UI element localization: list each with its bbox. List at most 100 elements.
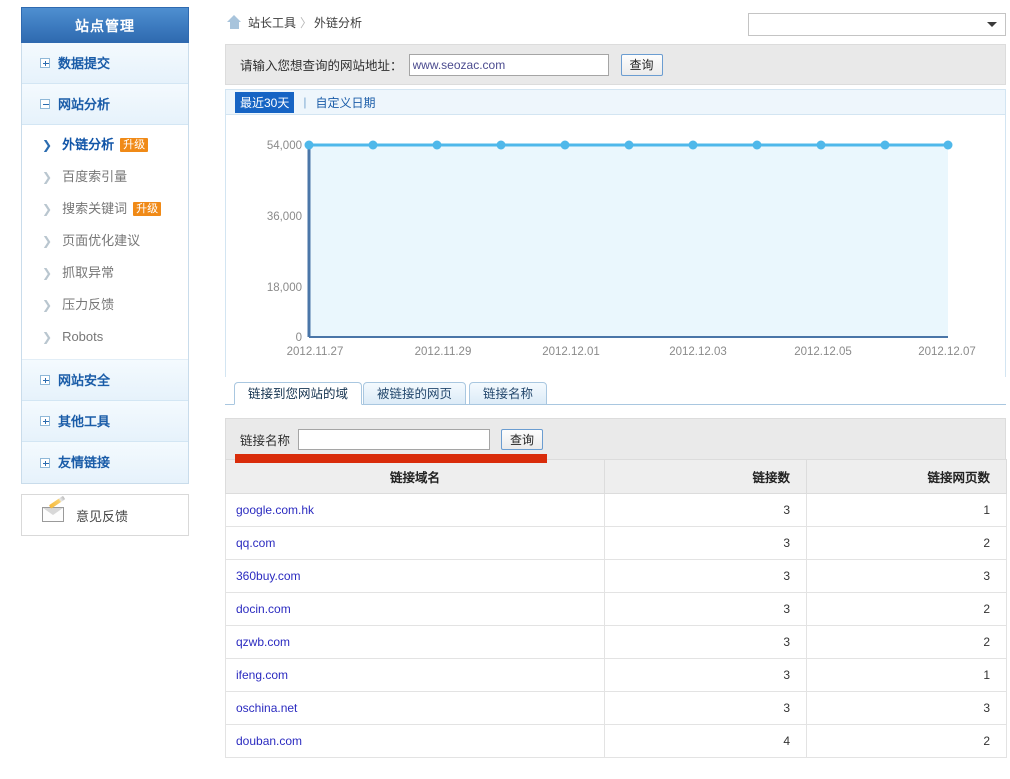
sidebar-body: 数据提交 网站分析 ❯ 外链分析 升级 ❯ 百度索引量 ❯ 搜索关键词 bbox=[21, 43, 189, 484]
sidebar-item-crawl-errors[interactable]: ❯ 抓取异常 bbox=[22, 257, 188, 289]
chart-x-axis-labels: 2012.11.27 2012.11.29 2012.12.01 2012.12… bbox=[287, 346, 976, 358]
x-tick-label: 2012.11.29 bbox=[415, 346, 472, 358]
domain-link[interactable]: oschina.net bbox=[236, 701, 297, 715]
sidebar-item-label: 百度索引量 bbox=[62, 161, 127, 193]
page-root: 站点管理 数据提交 网站分析 ❯ 外链分析 升级 ❯ 百度索引量 bbox=[0, 0, 1010, 779]
date-range-last30[interactable]: 最近30天 bbox=[235, 92, 294, 113]
cell-links: 4 bbox=[605, 725, 807, 758]
chevron-down-icon bbox=[987, 22, 997, 27]
link-name-filter-panel: 链接名称 查询 bbox=[225, 418, 1006, 459]
cell-pages: 3 bbox=[807, 692, 1007, 725]
x-tick-label: 2012.12.03 bbox=[669, 346, 727, 358]
tab-link-names[interactable]: 链接名称 bbox=[469, 382, 547, 405]
sidebar-item-search-keywords[interactable]: ❯ 搜索关键词 升级 bbox=[22, 193, 188, 225]
sidebar-item-pressure-feedback[interactable]: ❯ 压力反馈 bbox=[22, 289, 188, 321]
domain-link[interactable]: douban.com bbox=[236, 734, 302, 748]
sidebar-group-site-analysis[interactable]: 网站分析 bbox=[22, 84, 188, 125]
sidebar-item-label: 搜索关键词 bbox=[62, 193, 127, 225]
cell-pages: 3 bbox=[807, 560, 1007, 593]
chevron-right-icon: ❯ bbox=[42, 321, 52, 353]
sidebar-item-label: 外链分析 bbox=[62, 129, 114, 161]
breadcrumb-root-link[interactable]: 站长工具 bbox=[248, 14, 296, 31]
sidebar-group-site-security[interactable]: 网站安全 bbox=[22, 360, 188, 401]
filter-input[interactable] bbox=[298, 429, 490, 450]
cell-pages: 2 bbox=[807, 725, 1007, 758]
envelope-pencil-icon bbox=[42, 506, 66, 524]
feedback-label: 意见反馈 bbox=[76, 506, 128, 525]
red-highlight-annotation bbox=[235, 454, 547, 463]
breadcrumb-current: 外链分析 bbox=[314, 14, 362, 31]
sidebar-subitems: ❯ 外链分析 升级 ❯ 百度索引量 ❯ 搜索关键词 升级 ❯ 页面优化建议 bbox=[22, 125, 188, 360]
chevron-right-icon: ❯ bbox=[42, 257, 52, 289]
domain-link[interactable]: qzwb.com bbox=[236, 635, 290, 649]
sidebar-item-external-links[interactable]: ❯ 外链分析 升级 bbox=[22, 129, 188, 161]
domain-link[interactable]: ifeng.com bbox=[236, 668, 288, 682]
sidebar-group-friendly-links[interactable]: 友情链接 bbox=[22, 442, 188, 483]
domain-link[interactable]: docin.com bbox=[236, 602, 291, 616]
tab-linked-pages[interactable]: 被链接的网页 bbox=[363, 382, 466, 405]
table-header: 链接域名 链接数 链接网页数 bbox=[226, 460, 1007, 494]
table-row: 360buy.com 3 3 bbox=[226, 560, 1007, 593]
tab-linking-domains[interactable]: 链接到您网站的域 bbox=[234, 382, 362, 405]
sidebar-header: 站点管理 bbox=[21, 7, 189, 43]
site-query-input[interactable] bbox=[409, 54, 609, 76]
table-row: docin.com 3 2 bbox=[226, 593, 1007, 626]
sidebar-group-other-tools[interactable]: 其他工具 bbox=[22, 401, 188, 442]
chevron-right-icon: ❯ bbox=[42, 161, 52, 193]
sidebar-item-label: 页面优化建议 bbox=[62, 225, 140, 257]
site-query-bar: 请输入您想查询的网站地址： 查询 bbox=[225, 44, 1006, 85]
cell-links: 3 bbox=[605, 626, 807, 659]
column-header-links[interactable]: 链接数 bbox=[605, 460, 807, 494]
x-tick-label: 2012.11.27 bbox=[287, 346, 344, 358]
plus-box-icon bbox=[40, 416, 50, 426]
cell-links: 3 bbox=[605, 560, 807, 593]
domain-link[interactable]: 360buy.com bbox=[236, 569, 300, 583]
site-selector-dropdown[interactable] bbox=[748, 13, 1006, 36]
y-tick-label: 0 bbox=[296, 332, 302, 344]
cell-pages: 1 bbox=[807, 659, 1007, 692]
date-range-custom[interactable]: 自定义日期 bbox=[315, 94, 375, 111]
column-header-pages[interactable]: 链接网页数 bbox=[807, 460, 1007, 494]
sidebar-item-label: 抓取异常 bbox=[62, 257, 114, 289]
table-row: oschina.net 3 3 bbox=[226, 692, 1007, 725]
sidebar-item-label: 压力反馈 bbox=[62, 289, 114, 321]
site-query-button[interactable]: 查询 bbox=[621, 54, 663, 76]
sidebar-feedback-button[interactable]: 意见反馈 bbox=[21, 494, 189, 536]
sidebar-group-label: 友情链接 bbox=[58, 442, 110, 483]
plus-box-icon bbox=[40, 375, 50, 385]
domain-link[interactable]: google.com.hk bbox=[236, 503, 314, 517]
date-range-separator: | bbox=[303, 95, 306, 109]
sidebar-group-label: 数据提交 bbox=[58, 43, 110, 84]
sidebar-group-data-submit[interactable]: 数据提交 bbox=[22, 43, 188, 84]
y-tick-label: 36,000 bbox=[267, 211, 302, 223]
filter-label: 链接名称 bbox=[240, 430, 290, 449]
upgrade-badge: 升级 bbox=[120, 138, 148, 152]
x-tick-label: 2012.12.05 bbox=[794, 346, 852, 358]
table-header-row: 链接域名 链接数 链接网页数 bbox=[226, 460, 1007, 494]
minus-box-icon bbox=[40, 99, 50, 109]
sidebar-item-page-optimization[interactable]: ❯ 页面优化建议 bbox=[22, 225, 188, 257]
sidebar-item-robots[interactable]: ❯ Robots bbox=[22, 321, 188, 353]
cell-pages: 1 bbox=[807, 494, 1007, 527]
table-body: google.com.hk 3 1 qq.com 3 2 360buy.com … bbox=[226, 494, 1007, 758]
domain-link[interactable]: qq.com bbox=[236, 536, 275, 550]
cell-pages: 2 bbox=[807, 527, 1007, 560]
date-range-bar: 最近30天 | 自定义日期 bbox=[225, 89, 1006, 115]
plus-box-icon bbox=[40, 458, 50, 468]
home-icon bbox=[227, 15, 242, 29]
table-row: qq.com 3 2 bbox=[226, 527, 1007, 560]
column-header-domain[interactable]: 链接域名 bbox=[226, 460, 605, 494]
filter-query-button[interactable]: 查询 bbox=[501, 429, 543, 450]
y-tick-label: 18,000 bbox=[267, 282, 302, 294]
plus-box-icon bbox=[40, 58, 50, 68]
table-row: google.com.hk 3 1 bbox=[226, 494, 1007, 527]
table-row: douban.com 4 2 bbox=[226, 725, 1007, 758]
chevron-right-icon: ❯ bbox=[42, 193, 52, 225]
external-links-table: 链接域名 链接数 链接网页数 google.com.hk 3 1 qq.com … bbox=[225, 459, 1007, 758]
link-report-tabs: 链接到您网站的域 被链接的网页 链接名称 bbox=[225, 377, 1006, 405]
cell-links: 3 bbox=[605, 494, 807, 527]
sidebar-item-baidu-index[interactable]: ❯ 百度索引量 bbox=[22, 161, 188, 193]
x-tick-label: 2012.12.01 bbox=[542, 346, 600, 358]
main-content: 站长工具 〉 外链分析 请输入您想查询的网站地址： 查询 最近30天 | 自定义… bbox=[221, 0, 1010, 779]
cell-pages: 2 bbox=[807, 626, 1007, 659]
